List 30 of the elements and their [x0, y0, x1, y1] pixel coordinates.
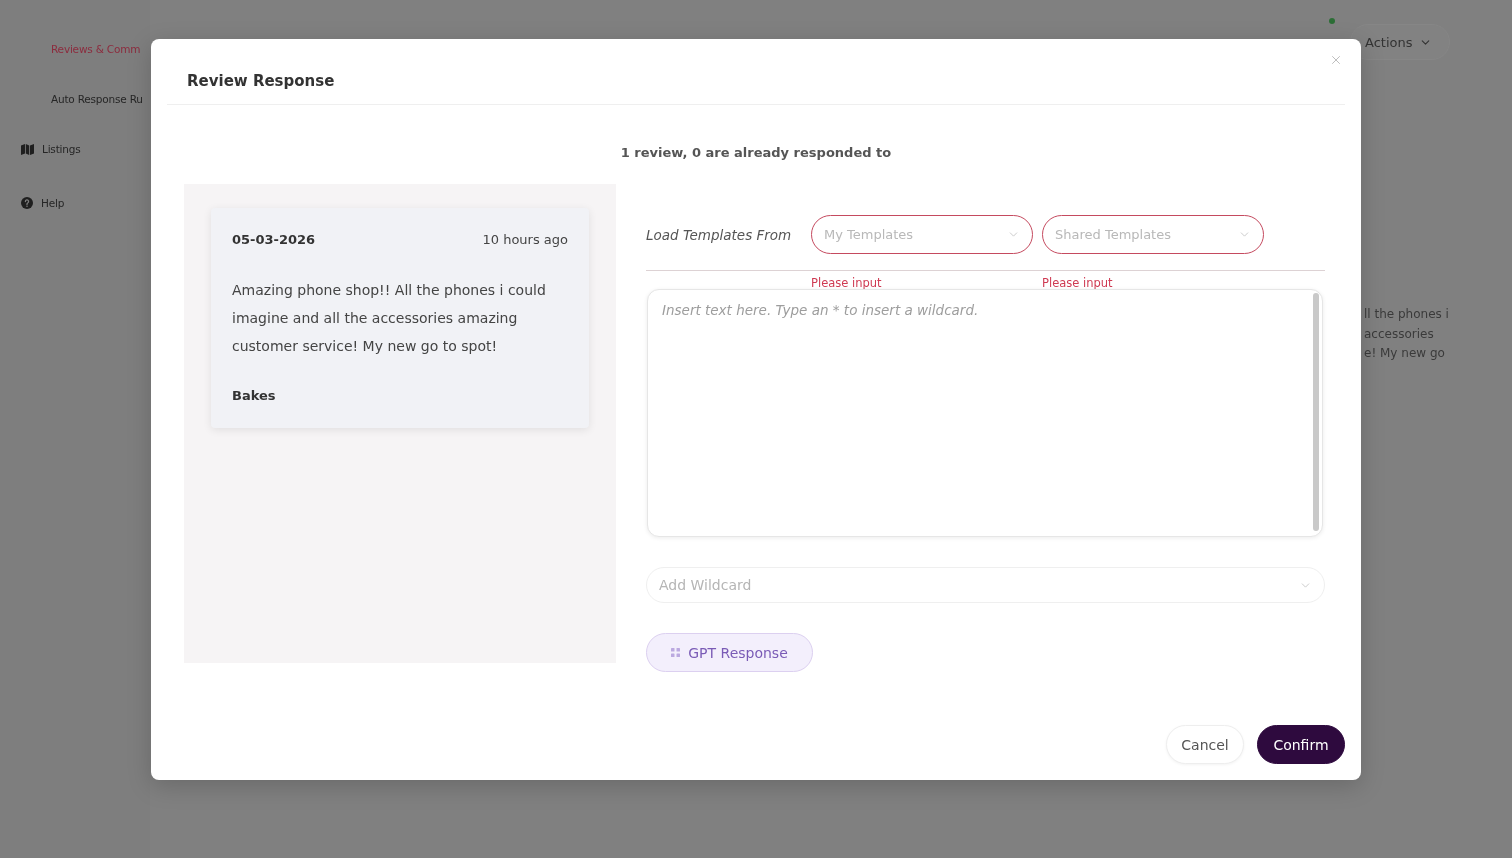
map-icon [21, 143, 34, 155]
sidebar-item[interactable]: Listings [0, 140, 150, 158]
grid-dots-icon [671, 648, 681, 657]
confirm-button[interactable]: Confirm [1257, 725, 1345, 764]
gpt-response-button[interactable]: GPT Response [646, 633, 813, 672]
templates-label: Load Templates From [646, 226, 793, 243]
review-date: 05-03-2026 [232, 231, 316, 247]
sidebar-item[interactable]: Auto Response Ru [0, 90, 150, 108]
sidebar-item-label: Listings [42, 143, 81, 155]
help-icon [21, 197, 33, 209]
cancel-button[interactable]: Cancel [1166, 725, 1244, 764]
sidebar-item[interactable]: Help [0, 194, 150, 212]
response-text-field[interactable]: Insert text here. Type an * to insert a wildcard. [647, 289, 1323, 537]
status-dot-icon [1329, 18, 1335, 24]
error-message: Please input [1042, 276, 1113, 290]
scrollbar[interactable] [1313, 293, 1319, 531]
close-icon [1329, 53, 1343, 67]
template-select[interactable]: Shared Templates [1042, 215, 1264, 254]
sidebar-item-label: Help [41, 197, 65, 209]
dialog-title: Review Response [187, 71, 336, 92]
template-select[interactable]: My Templates [811, 215, 1033, 254]
actions-button[interactable]: Actions [1350, 24, 1450, 60]
review-author: Bakes [232, 387, 277, 405]
review-age: 10 hours ago [482, 231, 568, 247]
error-message: Please input [811, 276, 882, 290]
review-text: accessories [1364, 325, 1435, 343]
sidebar-item[interactable]: Reviews & Comm [0, 40, 150, 58]
review-summary: 1 review, 0 are already responded to [619, 144, 893, 162]
review-text: Amazing phone shop!! All the phones i could imagine and all the accessories amazing customer service! My new go to spot! [232, 281, 547, 356]
review-text: e! My new go [1364, 345, 1446, 362]
